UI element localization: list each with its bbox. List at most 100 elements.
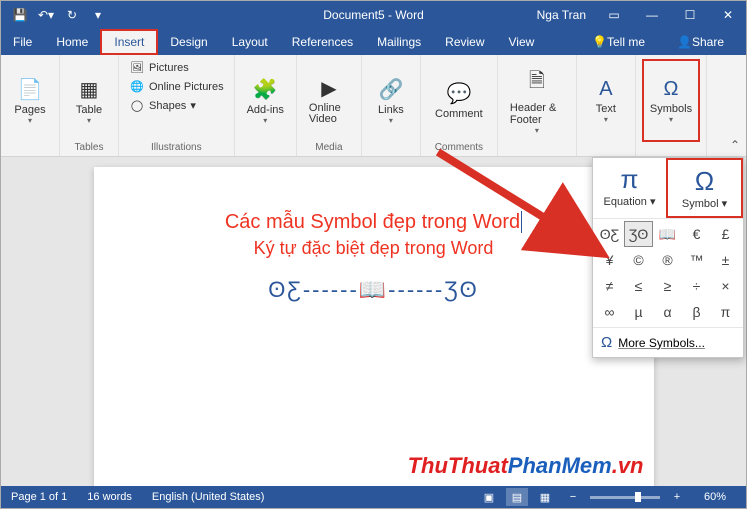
redo-icon[interactable]: ↻ <box>61 4 83 26</box>
collapse-ribbon-icon[interactable]: ⌃ <box>730 138 740 152</box>
pictures-button[interactable]: 🖼Pictures <box>125 59 228 76</box>
symbol-cell[interactable]: ≠ <box>595 273 624 299</box>
tab-design[interactable]: Design <box>158 29 219 55</box>
symbol-cell[interactable]: Ʒʘ <box>624 221 653 247</box>
symbol-cell[interactable]: ≤ <box>624 273 653 299</box>
symbol-cell[interactable]: π <box>711 299 740 325</box>
share-button[interactable]: 👤 Share <box>665 35 736 49</box>
header-footer-button[interactable]: 🗎 Header & Footer ▾ <box>504 59 570 142</box>
addins-button[interactable]: 🧩 Add-ins ▾ <box>241 59 290 142</box>
comment-icon: 💬 <box>446 81 471 106</box>
online-video-label: Online Video <box>309 103 349 125</box>
links-button[interactable]: 🔗 Links ▾ <box>368 59 414 142</box>
addins-label: Add-ins <box>247 104 284 116</box>
minimize-icon[interactable]: — <box>634 1 670 29</box>
more-symbols-label: More Symbols... <box>618 336 705 350</box>
ribbon-display-icon[interactable]: ▭ <box>596 1 632 29</box>
read-mode-icon[interactable]: ▣ <box>478 488 500 506</box>
symbol-cell[interactable]: © <box>624 247 653 273</box>
zoom-in-icon[interactable]: + <box>666 488 688 506</box>
pages-label: Pages <box>14 104 45 116</box>
comment-label: Comment <box>435 108 483 120</box>
symbol-cell[interactable]: ∞ <box>595 299 624 325</box>
header-icon: 🗎 <box>529 66 545 100</box>
symbol-cell[interactable]: ¥ <box>595 247 624 273</box>
addins-icon: 🧩 <box>253 77 278 102</box>
shapes-button[interactable]: ◯Shapes ▾ <box>125 97 228 114</box>
chevron-down-icon: ▾ <box>650 196 656 208</box>
online-pictures-button[interactable]: 🌐Online Pictures <box>125 78 228 95</box>
omega-icon: Ω <box>601 334 612 351</box>
comment-button[interactable]: 💬 Comment <box>427 59 491 142</box>
status-bar: Page 1 of 1 16 words English (United Sta… <box>1 486 746 508</box>
symbol-button[interactable]: Ω Symbol ▾ <box>666 158 743 218</box>
symbols-label: Symbols <box>650 103 692 115</box>
print-layout-icon[interactable]: ▤ <box>506 488 528 506</box>
chevron-down-icon: ▾ <box>535 126 539 135</box>
maximize-icon[interactable]: ☐ <box>672 1 708 29</box>
text-icon: A <box>599 78 612 101</box>
tab-review[interactable]: Review <box>433 29 496 55</box>
chevron-down-icon: ▾ <box>389 116 393 125</box>
tab-mailings[interactable]: Mailings <box>365 29 433 55</box>
group-comments-label: Comments <box>427 142 491 156</box>
text-button[interactable]: A Text ▾ <box>583 59 629 142</box>
symbol-cell[interactable]: ʘƸ <box>595 221 624 247</box>
group-header-label <box>504 142 570 156</box>
table-icon: ▦ <box>80 77 99 102</box>
shapes-icon: ◯ <box>129 99 145 112</box>
tab-view[interactable]: View <box>497 29 547 55</box>
equation-button[interactable]: π Equation ▾ <box>593 158 666 218</box>
symbol-cell[interactable]: × <box>711 273 740 299</box>
doc-line1: Các mẫu Symbol đẹp trong Word <box>146 211 602 234</box>
tab-layout[interactable]: Layout <box>220 29 280 55</box>
language-status[interactable]: English (United States) <box>142 491 275 503</box>
symbol-cell[interactable]: µ <box>624 299 653 325</box>
document-page[interactable]: Các mẫu Symbol đẹp trong Word Ký tự đặc … <box>94 167 654 487</box>
symbol-cell[interactable]: ÷ <box>682 273 711 299</box>
symbol-label: Symbol <box>682 198 719 210</box>
symbol-cell[interactable]: ± <box>711 247 740 273</box>
symbol-cell[interactable]: α <box>653 299 682 325</box>
video-icon: ▶ <box>321 76 336 101</box>
more-symbols-button[interactable]: Ω More Symbols... <box>593 327 743 357</box>
symbols-button[interactable]: Ω Symbols ▾ <box>642 59 700 142</box>
tab-tellme[interactable]: 💡 Tell me <box>580 35 657 49</box>
pages-button[interactable]: 📄 Pages ▾ <box>7 59 53 142</box>
save-icon[interactable]: 💾 <box>9 4 31 26</box>
symbol-cell[interactable]: 📖 <box>653 221 682 247</box>
symbol-grid: ʘƸ Ʒʘ 📖 € £ ¥ © ® ™ ± ≠ ≤ ≥ ÷ × ∞ µ α β … <box>593 219 743 327</box>
link-icon: 🔗 <box>378 77 403 102</box>
undo-icon[interactable]: ↶▾ <box>35 4 57 26</box>
tab-references[interactable]: References <box>280 29 365 55</box>
symbol-cell[interactable]: ® <box>653 247 682 273</box>
zoom-level[interactable]: 60% <box>694 491 736 503</box>
symbol-cell[interactable]: € <box>682 221 711 247</box>
group-media-label: Media <box>303 142 355 156</box>
zoom-slider[interactable] <box>590 496 660 499</box>
symbol-cell[interactable]: ≥ <box>653 273 682 299</box>
word-count[interactable]: 16 words <box>77 491 142 503</box>
online-video-button[interactable]: ▶ Online Video <box>303 59 355 142</box>
group-pages-label <box>7 142 53 156</box>
symbol-cell[interactable]: £ <box>711 221 740 247</box>
close-icon[interactable]: ✕ <box>710 1 746 29</box>
chevron-down-icon: ▾ <box>263 116 267 125</box>
symbol-cell[interactable]: ™ <box>682 247 711 273</box>
zoom-out-icon[interactable]: − <box>562 488 584 506</box>
symbol-cell[interactable]: β <box>682 299 711 325</box>
web-layout-icon[interactable]: ▦ <box>534 488 556 506</box>
ribbon-tabs: File Home Insert Design Layout Reference… <box>1 29 746 55</box>
pictures-label: Pictures <box>149 62 189 74</box>
table-button[interactable]: ▦ Table ▾ <box>66 59 112 142</box>
equation-label: Equation <box>603 196 646 208</box>
shapes-label: Shapes <box>149 100 186 112</box>
table-label: Table <box>76 104 102 116</box>
account-user[interactable]: Nga Tran <box>529 8 594 22</box>
tab-file[interactable]: File <box>1 29 44 55</box>
qat-customize-icon[interactable]: ▾ <box>87 4 109 26</box>
page-status[interactable]: Page 1 of 1 <box>1 491 77 503</box>
tab-insert[interactable]: Insert <box>100 29 158 55</box>
header-footer-label: Header & Footer <box>510 102 564 126</box>
tab-home[interactable]: Home <box>44 29 100 55</box>
